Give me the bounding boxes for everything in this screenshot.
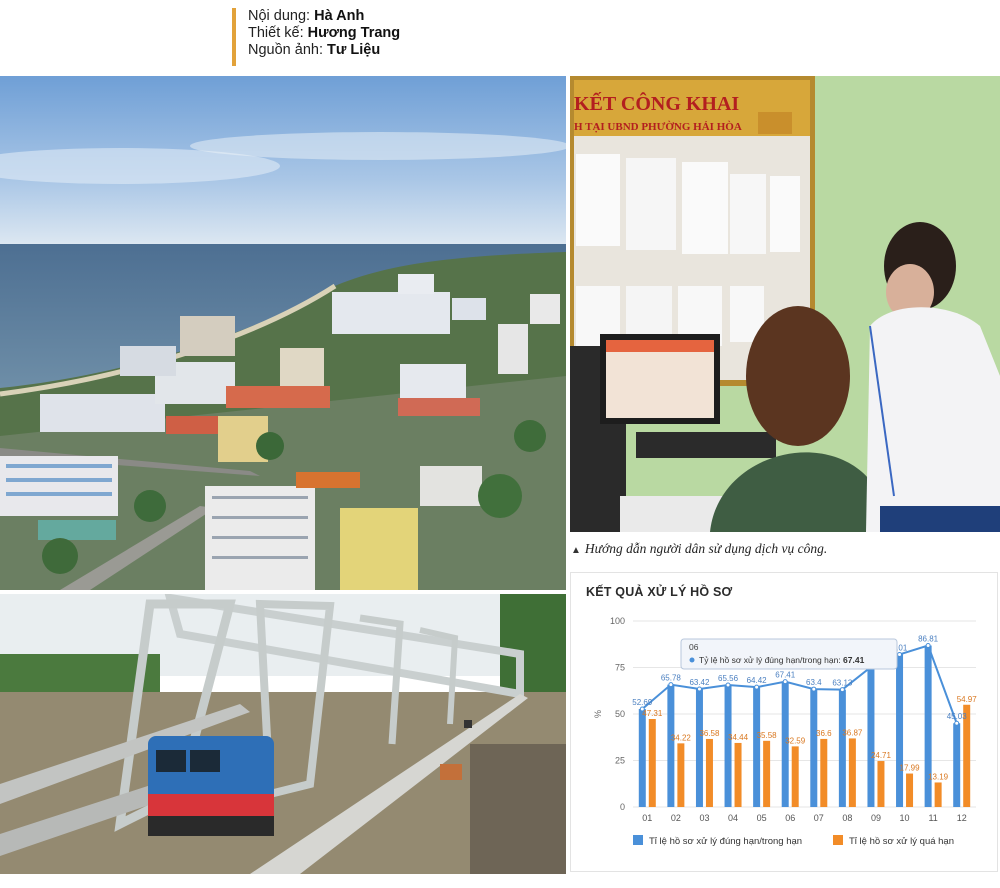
- data-label-on-time: 45.03: [947, 712, 968, 721]
- tooltip-category: 06: [689, 642, 699, 652]
- data-label-overdue: 34.22: [671, 733, 692, 742]
- office-service-photo: KẾT CÔNG KHAI H TẠI UBND PHƯỜNG HẢI HÒA: [570, 76, 1000, 532]
- board-subtitle: H TẠI UBND PHƯỜNG HẢI HÒA: [574, 121, 742, 133]
- bar-overdue: [877, 761, 885, 807]
- tooltip-value: 67.41: [843, 655, 865, 665]
- data-label-overdue: 35.58: [757, 731, 778, 740]
- data-label-overdue: 34.44: [728, 733, 749, 742]
- y-tick-label: 100: [610, 616, 625, 626]
- bar-on-time: [838, 689, 846, 807]
- board-title: KẾT CÔNG KHAI: [574, 91, 739, 115]
- data-label-on-time: 63.4: [806, 678, 822, 687]
- data-label-overdue: 17.99: [900, 764, 921, 773]
- bar-on-time: [867, 666, 875, 807]
- caption-triangle-icon: ▲: [571, 545, 581, 556]
- y-tick-label: 50: [615, 709, 625, 719]
- x-tick-label: 02: [671, 813, 681, 823]
- data-label-overdue: 13.19: [928, 772, 949, 781]
- x-tick-label: 12: [957, 813, 967, 823]
- tooltip-dot-icon: [689, 657, 695, 663]
- data-label-on-time: 65.56: [718, 674, 739, 683]
- x-tick-label: 08: [842, 813, 852, 823]
- data-label-overdue: 36.87: [842, 728, 863, 737]
- data-label-on-time: 65.78: [661, 674, 682, 683]
- y-axis-label: %: [593, 710, 603, 718]
- trend-point: [754, 684, 760, 690]
- trend-point: [925, 643, 931, 649]
- trend-point: [668, 682, 674, 688]
- x-tick-label: 03: [699, 813, 709, 823]
- bar-on-time: [896, 654, 904, 807]
- x-tick-label: 05: [757, 813, 767, 823]
- credit-source: Nguồn ảnh: Tư Liệu: [248, 42, 381, 58]
- x-tick-label: 01: [642, 813, 652, 823]
- bar-on-time: [638, 708, 646, 807]
- x-tick-label: 10: [900, 813, 910, 823]
- railway-bridge-photo: [0, 594, 566, 874]
- bar-on-time: [695, 689, 703, 807]
- data-label-on-time: 52.69: [632, 698, 653, 707]
- x-tick-label: 11: [928, 813, 937, 823]
- results-chart-panel: KẾT QUẢ XỬ LÝ HỒ SƠ 52.69 47.31 65.78 34.22…: [570, 572, 998, 872]
- trend-point: [897, 651, 903, 657]
- bar-on-time: [667, 684, 675, 807]
- y-tick-label: 75: [615, 663, 625, 673]
- y-tick-label: 0: [620, 802, 625, 812]
- x-tick-label: 07: [814, 813, 824, 823]
- credit-content: Nội dung: Hà Anh: [248, 8, 365, 24]
- tooltip-series-label: Tỷ lệ hồ sơ xử lý đúng hạn/trong hạn: 67…: [699, 655, 865, 665]
- legend-label-overdue: Tỉ lệ hồ sơ xử lý quá hạn: [849, 836, 954, 847]
- data-label-overdue: 36.6: [816, 729, 832, 738]
- trend-point: [782, 679, 788, 685]
- bar-overdue: [705, 738, 713, 807]
- bar-overdue: [848, 738, 856, 807]
- credit-design: Thiết kế: Hương Trang: [248, 25, 401, 41]
- data-label-overdue: 32.59: [785, 736, 806, 745]
- trend-point: [954, 720, 960, 726]
- data-label-overdue: 47.31: [642, 709, 663, 718]
- bar-on-time: [953, 723, 961, 807]
- trend-point: [725, 682, 731, 688]
- trend-point: [811, 686, 817, 692]
- trend-point: [839, 687, 845, 693]
- bar-on-time: [810, 689, 818, 807]
- legend-label-on-time: Tỉ lệ hồ sơ xử lý đúng hạn/trong hạn: [649, 836, 802, 847]
- data-label-on-time: 67.41: [775, 671, 796, 680]
- bar-overdue: [763, 740, 771, 807]
- credits-block: Nội dung: Hà Anh Thiết kế: Hương Trang N…: [232, 8, 400, 66]
- bar-on-time: [924, 645, 932, 807]
- bar-on-time: [753, 687, 761, 807]
- bar-chart: 52.69 47.31 65.78 34.22 63.42 36.58 65.56 34.44…: [593, 616, 978, 847]
- legend-swatch-overdue: [833, 835, 843, 845]
- x-tick-label: 06: [785, 813, 795, 823]
- bar-on-time: [724, 685, 732, 807]
- x-tick-label: 09: [871, 813, 881, 823]
- bar-overdue: [677, 743, 685, 807]
- bar-overdue: [906, 773, 914, 807]
- data-label-overdue: 24.71: [871, 751, 892, 760]
- data-label-overdue: 36.58: [699, 729, 720, 738]
- bar-overdue: [648, 719, 656, 807]
- caption-text: Hướng dẫn người dân sử dụng dịch vụ công…: [584, 541, 828, 556]
- data-label-overdue: 54.97: [957, 695, 978, 704]
- trend-point: [696, 686, 702, 692]
- data-label-on-time: 63.13: [832, 679, 853, 688]
- x-tick-label: 04: [728, 813, 738, 823]
- photo-caption: ▲ Hướng dẫn người dân sử dụng dịch vụ côn…: [571, 541, 827, 557]
- bar-overdue: [820, 738, 828, 807]
- data-label-on-time: 64.42: [747, 676, 768, 685]
- y-tick-label: 25: [615, 756, 625, 766]
- data-label-on-time: 86.81: [918, 635, 939, 644]
- coastal-city-photo: [0, 76, 566, 590]
- legend-swatch-on-time: [633, 835, 643, 845]
- data-label-on-time: 63.42: [689, 678, 710, 687]
- bar-overdue: [791, 746, 799, 807]
- bar-overdue: [934, 782, 942, 807]
- bar-overdue: [734, 742, 742, 807]
